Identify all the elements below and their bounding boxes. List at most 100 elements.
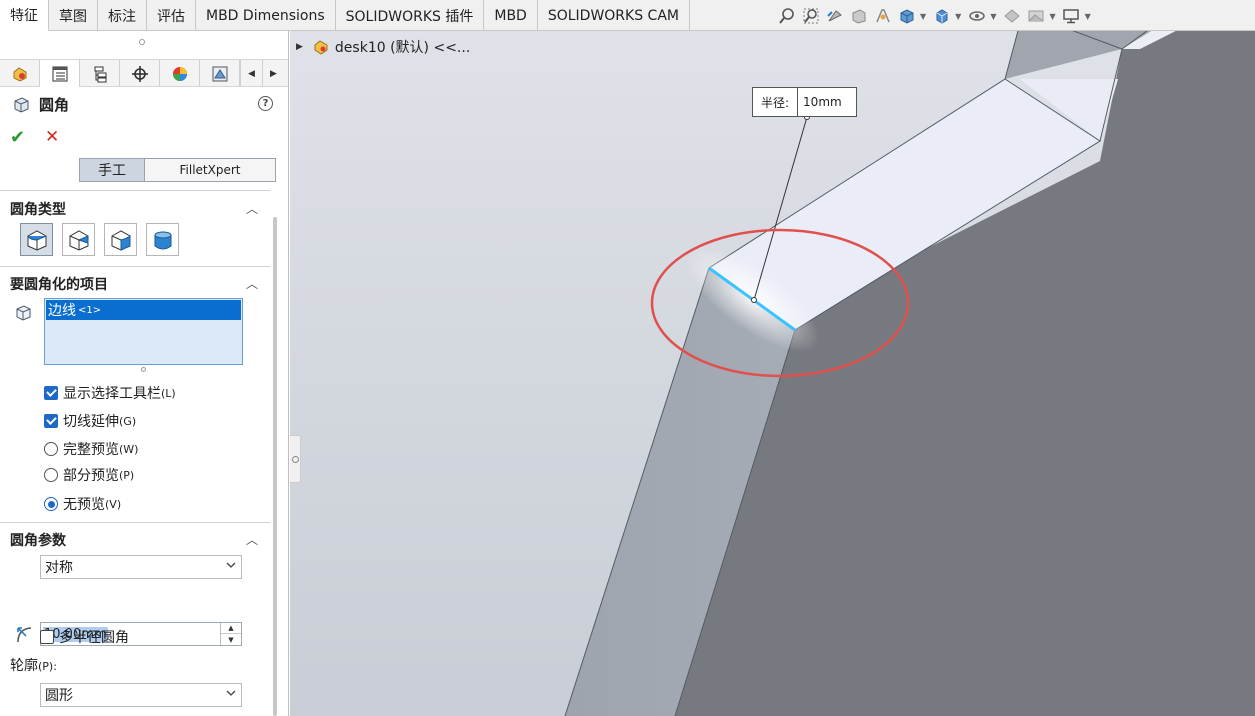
- help-icon[interactable]: ?: [258, 96, 273, 111]
- radius-stepper: ▲ ▼: [220, 623, 241, 645]
- partial-preview-radio[interactable]: 部分预览 (P): [44, 465, 134, 485]
- zoom-to-fit-icon[interactable]: [776, 6, 797, 26]
- full-round-fillet-button[interactable]: [146, 223, 179, 256]
- edges-selection-list[interactable]: 边线 <1>: [44, 298, 243, 365]
- tab-solidworks-cam[interactable]: SOLIDWORKS CAM: [538, 0, 690, 31]
- section-divider: [0, 522, 270, 523]
- expand-arrow-icon[interactable]: ▶: [296, 42, 303, 52]
- profile-dropdown[interactable]: 圆形: [40, 683, 242, 707]
- fillet-method-dropdown[interactable]: 对称: [40, 555, 242, 579]
- view-orientation-icon[interactable]: [896, 6, 917, 26]
- ok-button[interactable]: ✔: [10, 127, 25, 148]
- collapse-chevron-icon[interactable]: ︿: [246, 275, 258, 292]
- checkbox-unchecked[interactable]: [40, 630, 54, 644]
- manual-mode-button[interactable]: 手工: [79, 158, 145, 182]
- fillet-feature-icon: [14, 97, 29, 113]
- increment-arrow-icon[interactable]: ▲: [221, 623, 241, 634]
- hide-show-items-icon[interactable]: [966, 6, 987, 26]
- shortcut-key: (W): [119, 442, 139, 456]
- tab-dimxpert-icon[interactable]: [0, 60, 40, 87]
- tab-features[interactable]: 特征: [0, 0, 49, 31]
- leader-anchor-point: [751, 297, 757, 303]
- chevron-down-icon[interactable]: ▼: [920, 12, 926, 21]
- profile-value: 圆形: [45, 688, 73, 704]
- checkbox-checked[interactable]: [44, 414, 58, 428]
- full-preview-radio[interactable]: 完整预览 (W): [44, 439, 138, 459]
- callout-label: 半径:: [753, 88, 799, 116]
- tangent-propagation-checkbox[interactable]: 切线延伸 (G): [44, 411, 136, 431]
- previous-view-icon[interactable]: [824, 6, 845, 26]
- tab-mbd[interactable]: MBD: [484, 0, 538, 31]
- dynamic-annotation-icon[interactable]: [872, 6, 893, 26]
- selected-edge-count: <1>: [78, 304, 102, 316]
- radio-unchecked[interactable]: [44, 442, 58, 456]
- collapse-chevron-icon[interactable]: ︿: [246, 200, 258, 217]
- cancel-button[interactable]: ✕: [45, 127, 59, 147]
- scroll-tabs-right-icon[interactable]: ▶: [262, 60, 284, 87]
- option-label: 切线延伸: [63, 414, 119, 430]
- command-manager: 特征 草图 标注 评估 MBD Dimensions SOLIDWORKS 插件…: [0, 0, 1255, 31]
- radius-callout[interactable]: 半径: 10mm: [752, 87, 858, 117]
- chevron-down-icon[interactable]: ▼: [1049, 12, 1055, 21]
- chevron-down-icon[interactable]: ▼: [990, 12, 996, 21]
- radio-unchecked[interactable]: [44, 468, 58, 482]
- zoom-area-icon[interactable]: [800, 6, 821, 26]
- constant-fillet-icon: [27, 229, 46, 251]
- shortcut-key: (L): [161, 386, 176, 400]
- face-fillet-icon: [111, 229, 130, 251]
- tab-mbd-dimensions[interactable]: MBD Dimensions: [196, 0, 336, 31]
- section-fillet-parameters[interactable]: 圆角参数: [10, 530, 66, 550]
- view-settings-icon[interactable]: [1061, 6, 1082, 26]
- show-selection-toolbar-checkbox[interactable]: 显示选择工具栏 (L): [44, 383, 176, 403]
- section-divider: [0, 266, 270, 267]
- callout-value[interactable]: 10mm: [798, 88, 856, 116]
- list-item[interactable]: 边线 <1>: [46, 300, 241, 320]
- tab-solidworks-addins[interactable]: SOLIDWORKS 插件: [336, 0, 485, 31]
- tab-markup[interactable]: 标注: [98, 0, 147, 31]
- decrement-arrow-icon[interactable]: ▼: [221, 634, 241, 645]
- collapse-chevron-icon[interactable]: ︿: [246, 531, 258, 548]
- filletxpert-mode-button[interactable]: FilletXpert: [145, 158, 276, 182]
- radio-checked[interactable]: [44, 497, 58, 511]
- panel-collapse-handle[interactable]: [290, 435, 301, 483]
- chevron-down-icon[interactable]: ▼: [1085, 12, 1091, 21]
- model-view: [564, 31, 1255, 716]
- scroll-tabs-left-icon[interactable]: ◀: [240, 60, 262, 87]
- face-fillet-button[interactable]: [104, 223, 137, 256]
- fillet-method-value: 对称: [45, 560, 73, 576]
- checkbox-checked[interactable]: [44, 386, 58, 400]
- chevron-down-icon[interactable]: ▼: [955, 12, 961, 21]
- section-divider: [0, 190, 270, 191]
- apply-scene-icon[interactable]: [1025, 6, 1046, 26]
- constant-size-fillet-button[interactable]: [20, 223, 53, 256]
- edge-selection-icon: [16, 305, 31, 321]
- display-style-icon[interactable]: [931, 6, 952, 26]
- option-label: 部分预览: [63, 468, 119, 484]
- variable-size-fillet-button[interactable]: [62, 223, 95, 256]
- tab-sketch[interactable]: 草图: [49, 0, 98, 31]
- feature-header: 圆角: [12, 94, 69, 115]
- tab-dimxpert-manager-icon[interactable]: [120, 60, 160, 87]
- panel-scrollbar[interactable]: [273, 217, 277, 716]
- feature-tree-flyout[interactable]: ▶ desk10 (默认) <<...: [296, 37, 470, 57]
- tab-display-manager-icon[interactable]: [160, 60, 200, 87]
- tab-property-manager-icon[interactable]: [40, 60, 80, 87]
- chevron-down-icon: [226, 690, 236, 696]
- tab-cam-manager-icon[interactable]: [200, 60, 240, 87]
- panel-grip-handle[interactable]: [139, 39, 145, 45]
- manager-tabs: ◀ ▶: [0, 59, 288, 87]
- multi-radius-checkbox[interactable]: 多半径圆角: [40, 627, 129, 647]
- list-resize-handle[interactable]: [141, 367, 146, 372]
- tab-configuration-manager-icon[interactable]: [80, 60, 120, 87]
- shortcut-key: (P): [119, 468, 135, 482]
- section-fillet-type[interactable]: 圆角类型: [10, 199, 66, 219]
- edit-appearance-icon[interactable]: [1001, 6, 1022, 26]
- section-items-to-fillet[interactable]: 要圆角化的项目: [10, 274, 108, 294]
- section-view-icon[interactable]: [848, 6, 869, 26]
- feature-title: 圆角: [39, 96, 70, 114]
- profile-label-text: 轮廓: [10, 658, 38, 674]
- graphics-area[interactable]: ▶ desk10 (默认) <<... 半径: 10mm: [290, 31, 1255, 716]
- tab-evaluate[interactable]: 评估: [147, 0, 196, 31]
- no-preview-radio[interactable]: 无预览 (V): [44, 494, 121, 514]
- full-round-fillet-icon: [154, 231, 171, 249]
